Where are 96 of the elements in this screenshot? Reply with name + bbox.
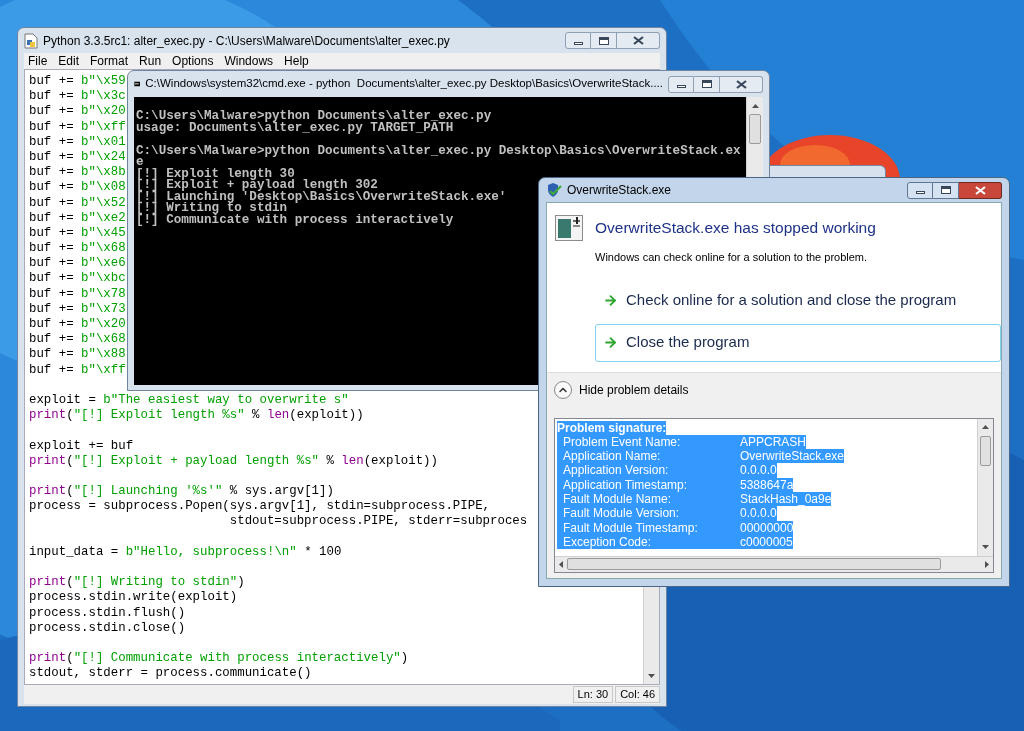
shield-icon [546, 182, 562, 198]
menu-item[interactable]: Edit [58, 52, 80, 70]
scrollbar-thumb[interactable] [749, 114, 761, 144]
chevron-icon [554, 380, 572, 399]
code-line: buf += b"\xbc [29, 271, 126, 287]
code-line: buf += b"\x78 [29, 286, 126, 302]
python-file-icon [24, 32, 38, 49]
close-icon [632, 36, 644, 45]
maximize-button[interactable] [591, 32, 617, 49]
console-line: [!] Communicate with process interactively [136, 214, 454, 226]
code-line: print("[!] Exploit length %s" % len(exploit)) [29, 408, 364, 424]
up-arrow-icon [982, 425, 989, 429]
close-button[interactable] [720, 75, 763, 93]
error-message: Windows can check online for a solution to the problem. [595, 250, 868, 265]
up-arrow-icon [751, 103, 759, 108]
close-button[interactable] [959, 181, 1002, 199]
menu-item[interactable]: Options [172, 52, 214, 70]
scrollbar[interactable] [555, 555, 993, 572]
code-line: buf += b"\x52 [29, 195, 126, 211]
error-heading: OverwriteStack.exe has stopped working [595, 218, 876, 239]
detail-value: APPCRASH [740, 434, 807, 450]
detail-label: Problem Event Name: [557, 434, 740, 450]
code-line: buf += b"\xe2 [29, 210, 126, 226]
window-title: Python 3.3.5rc1: alter_exec.py - C:\Users\Malware\Documents\alter_exec.py [43, 32, 451, 50]
menu-item[interactable]: Help [284, 52, 309, 70]
code-line: buf += b"\x01 [29, 134, 126, 150]
code-line: exploit += buf [29, 438, 134, 454]
details-heading: Problem signature: [557, 420, 667, 435]
code-line: buf += b"\xe6 [29, 256, 126, 272]
right-arrow-icon [985, 560, 989, 568]
close-icon [735, 79, 747, 89]
code-line: exploit = b"The easiest way to overwrite s" [29, 392, 349, 409]
code-line: print("[!] Exploit + payload length %s" % len(exploit)) [29, 453, 438, 469]
code-line: buf += b"\xff [29, 362, 126, 378]
code-line: buf += b"\x20 [29, 317, 126, 333]
detail-value: OverwriteStack.exe [740, 449, 845, 464]
code-line: buf += b"\xff [29, 119, 126, 135]
maximize-button[interactable] [694, 75, 720, 93]
code-line: process.stdin.flush() [29, 605, 186, 621]
code-line: buf += b"\x73 [29, 301, 126, 317]
code-line: buf += b"\x68 [29, 241, 126, 257]
close-icon [974, 185, 986, 195]
close-button[interactable] [617, 32, 660, 49]
code-line: process.stdin.write(exploit) [29, 590, 238, 606]
command-link[interactable]: Close the program [595, 323, 1001, 362]
program-window-icon [555, 215, 583, 241]
detail-label: Application Name: [557, 449, 740, 464]
code-line: process = subprocess.Popen(sys.argv[1], stdin=subprocess.PIPE, [29, 499, 490, 515]
scrollbar-thumb[interactable] [980, 435, 991, 466]
code-line: buf += b"\x24 [29, 149, 126, 166]
detail-value: StackHash_0a9e [740, 492, 832, 507]
code-line: print("[!] Communicate with process interactively") [29, 651, 409, 667]
console-line: C:\Users\Malware>python Documents\alter_exec.py [136, 111, 492, 123]
detail-value: 00000000 [740, 520, 794, 535]
detail-value: 0.0.0.0 [740, 506, 777, 521]
menu-item[interactable]: Run [139, 52, 162, 70]
code-line: buf += b"\x8b [29, 165, 126, 181]
detail-label: Application Version: [557, 463, 740, 478]
code-line: print("[!] Writing to stdin") [29, 575, 245, 591]
menu-item[interactable]: Windows [224, 52, 274, 70]
code-line: buf += b"\x59 [29, 74, 126, 90]
status-column: Col: 46 [615, 686, 660, 703]
details-toggle[interactable]: Hide problem details [554, 380, 689, 399]
minimize-button[interactable] [565, 32, 591, 49]
maximize-button[interactable] [933, 181, 959, 199]
console-line: usage: Documents\alter_exec.py TARGET_PATH [136, 122, 454, 134]
code-line: buf += b"\x45 [29, 225, 126, 242]
arrow-icon [603, 293, 618, 308]
code-line: buf += b"\x68 [29, 332, 126, 348]
code-line: process.stdin.close() [29, 620, 186, 636]
menu-item[interactable]: Format [90, 52, 129, 70]
code-line: buf += b"\x08 [29, 180, 126, 196]
code-line: buf += b"\x20 [29, 104, 126, 120]
arrow-icon [603, 335, 618, 350]
console-line: C:\Users\Malware>python Documents\alter_exec.py Desktop\Basics\OverwriteStack.ex [136, 145, 741, 157]
down-arrow-icon [982, 545, 989, 549]
code-line: buf += b"\x3c [29, 89, 126, 105]
detail-value: 0.0.0.0 [740, 463, 777, 478]
code-line: stdout, stderr = process.communicate() [29, 666, 312, 682]
minimize-button[interactable] [668, 75, 694, 93]
code-line: input_data = b"Hello, subprocess!\n" * 100 [29, 544, 342, 560]
code-line: stdout=subprocess.PIPE, stderr=subproces [228, 514, 528, 530]
detail-label: Fault Module Version: [557, 506, 740, 521]
scrollbar-thumb[interactable] [567, 558, 941, 570]
window-title: C:\Windows\system32\cmd.exe - python Documents\alter_exec.py Desktop\Basics\OverwriteStack.... [145, 76, 663, 92]
console-icon [134, 78, 141, 90]
minimize-button[interactable] [907, 181, 933, 199]
code-line: print("[!] Launching '%s'" % sys.argv[1]) [29, 484, 334, 500]
console-line: e [136, 157, 144, 169]
down-arrow-icon [648, 673, 655, 678]
scrollbar[interactable] [977, 418, 993, 556]
window-title: OverwriteStack.exe [567, 182, 673, 199]
detail-value: 5388647a [740, 477, 794, 492]
menu-item[interactable]: File [28, 52, 48, 70]
left-arrow-icon [559, 560, 563, 568]
code-line: buf += b"\x88 [29, 347, 126, 363]
